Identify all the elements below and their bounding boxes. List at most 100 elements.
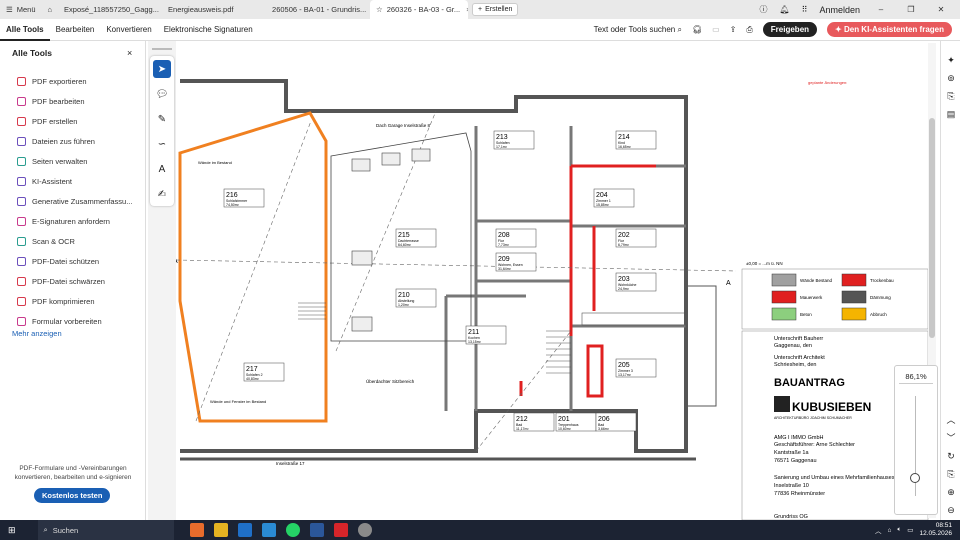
star-icon[interactable]: ☆ — [376, 5, 383, 14]
tab-label: Exposé_118557250_Gagg... — [64, 5, 159, 14]
seating-label: Überdachter Sitzbereich — [366, 378, 415, 384]
menu-signaturen[interactable]: Elektronische Signaturen — [158, 25, 259, 34]
scroll-thumb[interactable] — [929, 118, 935, 338]
sidebar-list: PDF exportieren PDF bearbeiten PDF erstell… — [0, 71, 146, 331]
network-icon[interactable]: ⌂ — [887, 527, 891, 534]
tool-icon — [17, 96, 26, 106]
share-button[interactable]: Freigeben — [762, 22, 818, 37]
document-viewer[interactable]: 216 Schlafzimmer 74,50m² 213 Schlafen 17,1m² 2… — [176, 41, 940, 520]
headset-icon[interactable]: 🎧︎ — [692, 25, 702, 34]
copy-icon[interactable]: ⎘ — [945, 469, 957, 481]
sidebar-item[interactable]: KI-Assistent — [0, 171, 146, 191]
drag-handle[interactable] — [152, 48, 172, 50]
freehand-tool-icon[interactable]: ∽ — [153, 135, 171, 153]
sidebar-item[interactable]: Scan & OCR — [0, 231, 146, 251]
sidebar-item[interactable]: PDF erstellen — [0, 111, 146, 131]
explorer-icon[interactable] — [213, 523, 228, 537]
chevron-down-icon[interactable]: ﹀ — [945, 431, 957, 443]
zoom-slider-handle[interactable] — [910, 473, 920, 483]
chevron-up-icon[interactable]: ︿ — [945, 413, 957, 425]
sidebar-item[interactable]: PDF bearbeiten — [0, 91, 146, 111]
minimize-icon[interactable]: – — [872, 5, 890, 14]
show-more-link[interactable]: Mehr anzeigen — [12, 329, 62, 338]
sidebar-item-label: Formular vorbereiten — [32, 316, 102, 326]
tool-search[interactable]: Text oder Tools suchen ⌕ — [594, 25, 682, 35]
pen-tool-icon[interactable]: ✎ — [153, 110, 171, 128]
save-icon[interactable]: ▭ — [712, 25, 720, 34]
close-tab-icon[interactable]: × — [466, 5, 468, 14]
firefox-icon[interactable] — [189, 523, 204, 537]
edge-icon[interactable] — [261, 523, 276, 537]
sidebar-item[interactable]: Formular vorbereiten — [0, 311, 146, 331]
zoom-out-icon[interactable]: ⊖ — [945, 505, 957, 517]
room-label: 215Dachterrasse64,60m² — [395, 228, 437, 248]
whatsapp-icon[interactable] — [285, 523, 300, 537]
windows-start-icon[interactable]: ⊞ — [8, 525, 16, 536]
tool-icon — [17, 76, 26, 86]
sidebar-item[interactable]: PDF komprimieren — [0, 291, 146, 311]
room-label: 217Schlafen 240,83m² — [243, 362, 285, 382]
try-free-button[interactable]: Kostenlos testen — [34, 488, 111, 503]
sidebar-item-label: Dateien zus führen — [32, 136, 95, 146]
sidebar-item[interactable]: Seiten verwalten — [0, 151, 146, 171]
tab-ba03[interactable]: ☆ 260326 - BA-03 - Gr... × — [370, 0, 469, 19]
sidebar-item[interactable]: PDF exportieren — [0, 71, 146, 91]
sidebar-item[interactable]: Dateien zus führen — [0, 131, 146, 151]
taskbar-search[interactable]: ⌕ Suchen — [37, 520, 174, 540]
room-area: 15,85m² — [596, 203, 610, 207]
room-number: 212 — [516, 416, 528, 423]
battery-icon[interactable]: ▭ — [907, 526, 913, 534]
ai-assistant-button[interactable]: ✦ Den KI-Assistenten fragen — [827, 22, 952, 37]
legend-swatch — [771, 307, 797, 321]
maximize-icon[interactable]: ❐ — [902, 5, 920, 14]
bell-icon[interactable]: 🔔︎ — [779, 5, 789, 14]
app-icon[interactable] — [357, 523, 372, 537]
outlook-icon[interactable] — [237, 523, 252, 537]
help-icon[interactable]: ⓘ — [759, 4, 767, 15]
pages-icon[interactable]: ▤ — [945, 109, 957, 121]
tray-chevron-icon[interactable]: ︿ — [875, 525, 882, 535]
tab-ba01[interactable]: 260506 - BA-01 - Grundris... — [266, 0, 370, 19]
menu-konvertieren[interactable]: Konvertieren — [100, 25, 157, 34]
close-icon[interactable]: × — [127, 48, 132, 58]
bookmark-icon[interactable]: ⎘ — [945, 91, 957, 103]
text-tool-icon[interactable]: A — [153, 160, 171, 178]
tab-expose[interactable]: Exposé_118557250_Gagg... — [58, 0, 162, 19]
search-icon: ⌕ — [43, 525, 48, 534]
menu-tab[interactable]: ☰ Menü — [0, 0, 42, 19]
room-label: 204Zimmer 115,85m² — [593, 188, 635, 208]
select-tool-icon[interactable]: ➤ — [153, 60, 171, 78]
project-3: 77836 Rheinmünster — [774, 491, 825, 497]
floor-plan: 216Schlafzimmer74,50m²213Schlafen17,1m²2… — [176, 41, 940, 520]
clock[interactable]: 08:51 12.05.2026 — [919, 522, 952, 538]
room-area: 6,79m² — [618, 243, 630, 247]
menu-bearbeiten[interactable]: Bearbeiten — [50, 25, 101, 34]
print-icon[interactable]: ⎙ — [746, 25, 752, 35]
apps-icon[interactable]: ⠿ — [802, 5, 808, 14]
zoom-value[interactable]: 86,1% — [899, 372, 933, 384]
comment-tool-icon[interactable]: 💬︎ — [153, 85, 171, 103]
menu-alle-tools[interactable]: Alle Tools — [0, 19, 50, 41]
link-icon[interactable]: ⊚ — [945, 73, 957, 85]
acrobat-icon[interactable] — [333, 523, 348, 537]
room-number: 215 — [398, 232, 410, 239]
ai-spark-icon[interactable]: ✦ — [945, 55, 957, 67]
tab-energieausweis[interactable]: Energieausweis.pdf — [162, 0, 266, 19]
architekt-sig: Unterschrift Architekt — [774, 355, 825, 361]
signin-link[interactable]: Anmelden — [819, 5, 860, 15]
close-window-icon[interactable]: ✕ — [932, 5, 950, 14]
volume-icon[interactable]: 🔈︎ — [897, 526, 901, 534]
legend-swatch — [771, 290, 797, 304]
legend-label: Trockenbau — [870, 278, 894, 283]
sign-tool-icon[interactable]: ✍︎ — [153, 185, 171, 203]
home-button[interactable]: ⌂ — [42, 0, 59, 19]
sidebar-item[interactable]: Generative Zusammenfassu... — [0, 191, 146, 211]
create-tab-button[interactable]: + Erstellen — [472, 3, 519, 16]
upload-icon[interactable]: ⇪ — [730, 25, 737, 34]
zoom-in-icon[interactable]: ⊕ — [945, 487, 957, 499]
sidebar-item[interactable]: E-Signaturen anfordern — [0, 211, 146, 231]
word-icon[interactable] — [309, 523, 324, 537]
sidebar-item[interactable]: PDF-Datei schwärzen — [0, 271, 146, 291]
rotate-icon[interactable]: ↻ — [945, 451, 957, 463]
sidebar-item[interactable]: PDF-Datei schützen — [0, 251, 146, 271]
